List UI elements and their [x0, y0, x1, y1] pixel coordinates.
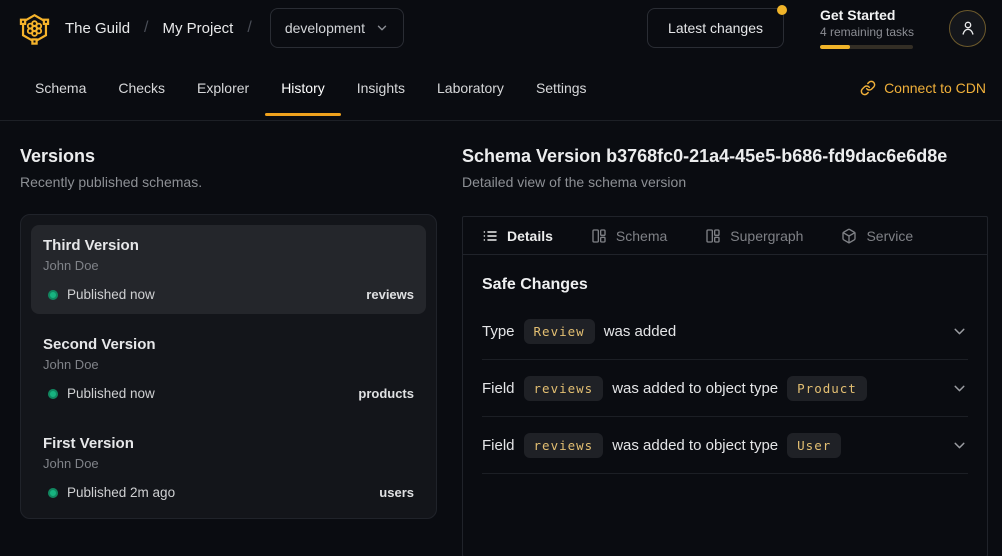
- version-detail-box: Details Schema Supergraph: [462, 216, 988, 556]
- app-header: The Guild / My Project / development Lat…: [0, 0, 1002, 56]
- cube-icon: [841, 228, 857, 244]
- breadcrumb-org[interactable]: The Guild: [65, 20, 130, 37]
- published-status-text: Published 2m ago: [67, 485, 175, 500]
- change-row[interactable]: Field reviews was added to object type P…: [482, 360, 968, 417]
- version-target-name: reviews: [366, 287, 414, 302]
- change-prefix: Field: [482, 437, 515, 454]
- detail-tab-details[interactable]: Details: [482, 228, 553, 244]
- version-list-item[interactable]: Second Version John Doe Published now pr…: [31, 324, 426, 413]
- tab-history[interactable]: History: [265, 56, 341, 120]
- get-started-progress-track: [820, 45, 913, 49]
- person-icon: [959, 19, 977, 37]
- breadcrumb-separator: /: [144, 19, 148, 37]
- version-title: Third Version: [43, 237, 414, 255]
- change-text: was added to object type: [612, 437, 778, 454]
- guild-logo-icon[interactable]: [18, 12, 51, 45]
- published-status-dot: [48, 488, 58, 498]
- latest-changes-button[interactable]: Latest changes: [647, 8, 784, 48]
- published-status-dot: [48, 389, 58, 399]
- published-status-text: Published now: [67, 386, 155, 401]
- version-author: John Doe: [43, 357, 414, 373]
- detail-tab-supergraph[interactable]: Supergraph: [705, 228, 803, 244]
- change-prefix: Type: [482, 323, 515, 340]
- chevron-down-icon: [951, 437, 968, 454]
- target-selector[interactable]: development: [270, 8, 404, 48]
- breadcrumb-project[interactable]: My Project: [163, 20, 234, 37]
- version-author: John Doe: [43, 258, 414, 274]
- primary-nav: Schema Checks Explorer History Insights …: [0, 56, 1002, 121]
- detail-tab-label: Details: [507, 228, 553, 244]
- chevron-down-icon: [951, 323, 968, 340]
- get-started-title: Get Started: [820, 7, 913, 23]
- connect-to-cdn-button[interactable]: Connect to CDN: [860, 56, 986, 120]
- panels-icon: [591, 228, 607, 244]
- detail-tab-label: Schema: [616, 228, 667, 244]
- tab-explorer[interactable]: Explorer: [181, 56, 265, 120]
- detail-tab-label: Service: [866, 228, 913, 244]
- change-type-badge: User: [787, 433, 841, 458]
- version-title: Second Version: [43, 336, 414, 354]
- change-code-badge: Review: [524, 319, 595, 344]
- version-detail-title: Schema Version b3768fc0-21a4-45e5-b686-f…: [462, 146, 988, 167]
- notification-dot: [777, 5, 787, 15]
- chevron-down-icon: [375, 21, 389, 35]
- change-prefix: Field: [482, 380, 515, 397]
- tab-schema[interactable]: Schema: [19, 56, 102, 120]
- change-row[interactable]: Field reviews was added to object type U…: [482, 417, 968, 474]
- user-avatar-button[interactable]: [949, 10, 986, 47]
- detail-tab-service[interactable]: Service: [841, 228, 913, 244]
- change-text: was added: [604, 323, 677, 340]
- version-title: First Version: [43, 435, 414, 453]
- change-row[interactable]: Type Review was added: [482, 303, 968, 360]
- change-text: was added to object type: [612, 380, 778, 397]
- version-author: John Doe: [43, 456, 414, 472]
- target-selector-value: development: [285, 20, 365, 36]
- versions-subtitle: Recently published schemas.: [20, 174, 437, 191]
- detail-tab-schema[interactable]: Schema: [591, 228, 667, 244]
- get-started-widget[interactable]: Get Started 4 remaining tasks: [820, 7, 913, 49]
- published-status-dot: [48, 290, 58, 300]
- version-target-name: users: [379, 485, 414, 500]
- changes-list: Type Review was added Field reviews was …: [482, 303, 968, 474]
- get-started-progress-fill: [820, 45, 850, 49]
- tab-settings[interactable]: Settings: [520, 56, 603, 120]
- published-status-text: Published now: [67, 287, 155, 302]
- panels-icon: [705, 228, 721, 244]
- safe-changes-heading: Safe Changes: [482, 275, 968, 295]
- versions-list: Third Version John Doe Published now rev…: [20, 214, 437, 519]
- connect-to-cdn-label: Connect to CDN: [884, 80, 986, 96]
- change-code-badge: reviews: [524, 433, 604, 458]
- change-type-badge: Product: [787, 376, 867, 401]
- list-icon: [482, 228, 498, 244]
- latest-changes-label: Latest changes: [668, 20, 763, 36]
- versions-title: Versions: [20, 146, 437, 167]
- versions-panel: Versions Recently published schemas. Thi…: [20, 146, 437, 556]
- link-icon: [860, 80, 876, 96]
- version-detail-subtitle: Detailed view of the schema version: [462, 174, 988, 191]
- version-detail-tabs: Details Schema Supergraph: [463, 217, 987, 255]
- tab-checks[interactable]: Checks: [102, 56, 181, 120]
- get-started-subtitle: 4 remaining tasks: [820, 25, 913, 39]
- version-detail-panel: Schema Version b3768fc0-21a4-45e5-b686-f…: [462, 146, 988, 556]
- change-code-badge: reviews: [524, 376, 604, 401]
- tab-insights[interactable]: Insights: [341, 56, 421, 120]
- main-content: Versions Recently published schemas. Thi…: [0, 121, 1002, 556]
- version-target-name: products: [358, 386, 414, 401]
- chevron-down-icon: [951, 380, 968, 397]
- breadcrumb-separator: /: [247, 19, 251, 37]
- version-list-item[interactable]: Third Version John Doe Published now rev…: [31, 225, 426, 314]
- version-list-item[interactable]: First Version John Doe Published 2m ago …: [31, 423, 426, 512]
- tab-laboratory[interactable]: Laboratory: [421, 56, 520, 120]
- detail-tab-label: Supergraph: [730, 228, 803, 244]
